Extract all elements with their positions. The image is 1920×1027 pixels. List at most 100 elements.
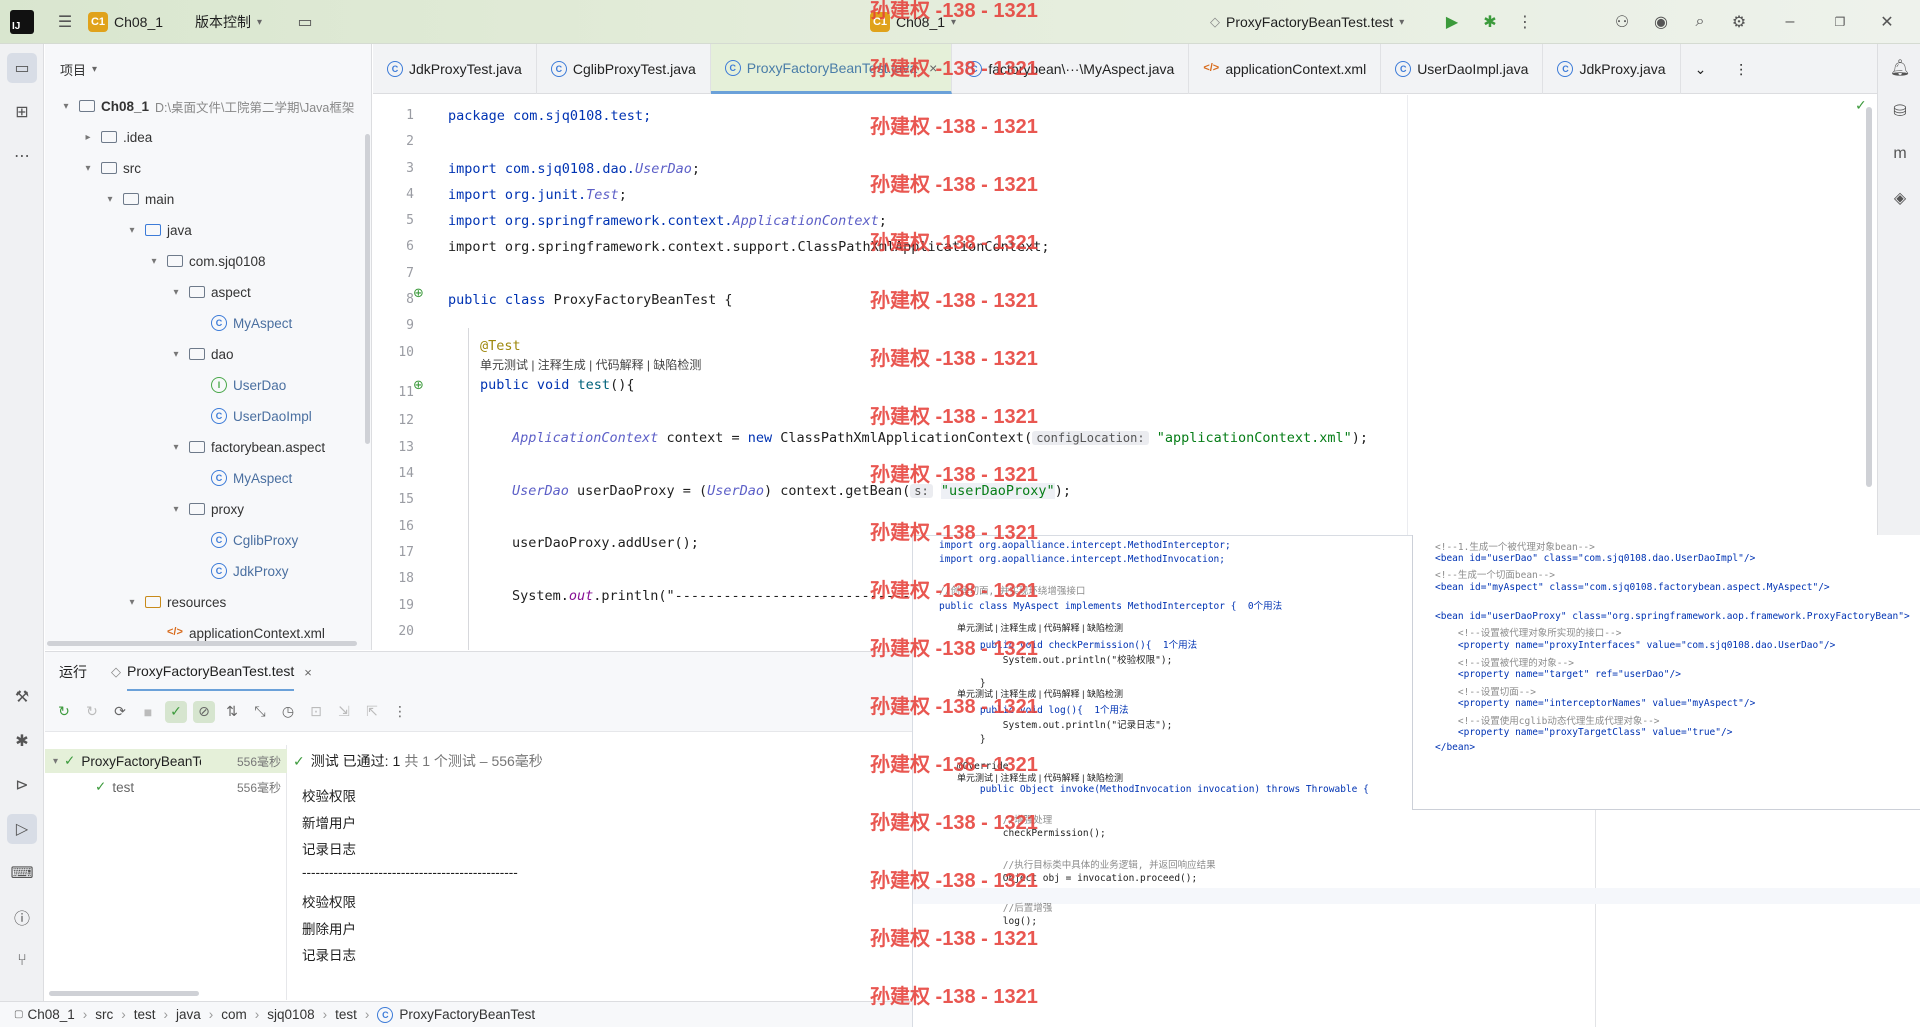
notifications-icon[interactable]: 🔔︎ — [1885, 53, 1915, 83]
chevron-down-icon[interactable]: ▾ — [81, 163, 95, 174]
folder-icon[interactable]: ▭ — [290, 7, 320, 37]
search-icon[interactable]: ⌕ — [1685, 7, 1715, 37]
tree-item[interactable]: C UserDaoImpl — [191, 404, 312, 428]
close-icon[interactable]: ✕ — [1872, 7, 1902, 37]
tabs-overflow-button[interactable]: ⌄ — [1681, 44, 1721, 94]
breadcrumb-item[interactable]: test — [134, 1007, 156, 1022]
show-passed-icon[interactable]: ✓ — [165, 700, 187, 723]
tree-item[interactable]: ▾ factorybean.aspect — [169, 435, 325, 459]
more-vertical-icon[interactable]: ⋮ — [389, 701, 411, 723]
rerun-icon[interactable]: ↻ — [53, 701, 75, 723]
tab-proxyfactorybeantest[interactable]: C ProxyFactoryBeanTest.java × — [710, 44, 953, 94]
test-tree-item[interactable]: ✓ test 556毫秒 — [45, 775, 287, 799]
problems-tool-icon[interactable]: ⓘ — [7, 902, 37, 932]
toggle-auto-test-icon[interactable]: ⟳ — [109, 701, 131, 723]
tree-item[interactable]: C CglibProxy — [191, 528, 298, 552]
chevron-down-icon[interactable]: ▾ — [125, 225, 139, 236]
chevron-down-icon[interactable]: ▾ — [103, 194, 117, 205]
debug-icon[interactable]: ✱ — [1475, 7, 1505, 37]
tree-item[interactable]: ▾ main — [103, 187, 174, 211]
rerun-failed-icon[interactable]: ↻ — [81, 701, 103, 723]
tree-item[interactable]: ▾ com.sjq0108 — [147, 249, 265, 273]
tree-item[interactable]: ▾ dao — [169, 342, 233, 366]
more-actions-icon[interactable]: ⋮ — [1510, 7, 1540, 37]
main-menu-icon[interactable]: ☰ — [50, 7, 80, 37]
tree-item[interactable]: C JdkProxy — [191, 559, 289, 583]
terminal-tool-icon[interactable]: ⌨ — [7, 858, 37, 888]
run-gutter-icon[interactable]: ⊕ — [413, 285, 424, 301]
project-tool-icon[interactable]: ▭ — [7, 53, 37, 83]
run-tool-icon[interactable]: ▷ — [7, 814, 37, 844]
tree-item[interactable]: ▾ java — [125, 218, 191, 242]
chevron-down-icon[interactable]: ▾ — [169, 287, 183, 298]
show-ignored-icon[interactable]: ⊘ — [193, 700, 215, 723]
services-tool-icon[interactable]: ⊳ — [7, 770, 37, 800]
run-tab-label[interactable]: ProxyFactoryBeanTest.test — [127, 653, 295, 691]
tab-factorybean-myaspect[interactable]: Cfactorybean\···\MyAspect.java — [952, 44, 1190, 94]
run-tab-close-icon[interactable]: × — [304, 665, 312, 680]
tree-item[interactable]: ▾ proxy — [169, 497, 244, 521]
breadcrumb-item[interactable]: ProxyFactoryBeanTest — [399, 1007, 535, 1022]
tree-item[interactable]: ▸ .idea — [81, 125, 152, 149]
run-panel-title[interactable]: 运行 — [59, 662, 87, 682]
chevron-down-icon[interactable]: ▾ — [147, 256, 161, 267]
project-hscrollbar[interactable] — [47, 641, 357, 646]
tree-item[interactable]: I UserDao — [191, 373, 286, 397]
tree-item[interactable]: ▾ aspect — [169, 280, 250, 304]
chevron-down-icon[interactable]: ▾ — [169, 504, 183, 515]
run-config-selector[interactable]: ◇ ProxyFactoryBeanTest.test ▾ — [1210, 0, 1404, 44]
chevron-right-icon[interactable]: ▸ — [81, 132, 95, 143]
tab-applicationcontext[interactable]: </> applicationContext.xml — [1189, 44, 1382, 94]
breadcrumb-item[interactable]: src — [95, 1007, 113, 1022]
debug-tool-icon[interactable]: ✱ — [7, 726, 37, 756]
tab-close-icon[interactable]: × — [929, 60, 937, 76]
gear-icon[interactable]: ⚙ — [1724, 7, 1754, 37]
project-scrollbar[interactable] — [365, 134, 370, 444]
center-project-switcher[interactable]: C1 Ch08_1 ▾ — [870, 0, 956, 44]
tab-userdaoimpl[interactable]: C UserDaoImpl.java — [1381, 44, 1544, 94]
screenshot-icon[interactable]: ⊡ — [305, 701, 327, 723]
add-user-icon[interactable]: ⚇ — [1607, 7, 1637, 37]
ai-assistant-icon[interactable]: ◉ — [1646, 7, 1676, 37]
maximize-icon[interactable]: ❐ — [1825, 7, 1855, 37]
tree-item[interactable]: C MyAspect — [191, 466, 292, 490]
structure-tool-icon[interactable]: ⊞ — [7, 97, 37, 127]
run-icon[interactable]: ▶ — [1437, 7, 1467, 37]
import-icon[interactable]: ⇲ — [333, 701, 355, 723]
sort-icon[interactable]: ⇅ — [221, 701, 243, 723]
tab-jdkproxy[interactable]: C JdkProxy.java — [1543, 44, 1681, 94]
intellij-logo-icon[interactable]: IJ — [10, 10, 34, 34]
chevron-down-icon[interactable]: ▾ — [169, 442, 183, 453]
run-gutter-icon[interactable]: ⊕ — [413, 377, 424, 393]
project-panel-header[interactable]: 项目 ▾ — [45, 44, 371, 94]
maven-icon[interactable]: m — [1885, 139, 1915, 169]
tree-item[interactable]: ▾ resources — [125, 590, 226, 614]
vcs-menu[interactable]: 版本控制 ▾ — [195, 0, 262, 44]
collapse-icon[interactable]: ⤡ — [249, 701, 271, 723]
breadcrumb-item[interactable]: Ch08_1 — [27, 1007, 74, 1022]
minimize-icon[interactable]: – — [1775, 7, 1805, 37]
history-icon[interactable]: ◷ — [277, 701, 299, 723]
test-tree-scrollbar[interactable] — [49, 991, 199, 996]
export-icon[interactable]: ⇱ — [361, 701, 383, 723]
more-tools-icon[interactable]: ⋯ — [7, 141, 37, 171]
chevron-down-icon[interactable]: ▾ — [125, 597, 139, 608]
ai-codelens-hint[interactable]: 单元测试 | 注释生成 | 代码解释 | 缺陷检测 — [480, 356, 701, 373]
tree-item[interactable]: C MyAspect — [191, 311, 292, 335]
breadcrumb-item[interactable]: java — [176, 1007, 201, 1022]
tree-item[interactable]: ▾ Ch08_1 D:\桌面文件\工院第二学期\Java框架 — [59, 94, 354, 118]
build-tool-icon[interactable]: ⚒ — [7, 682, 37, 712]
stop-icon[interactable]: ■ — [137, 701, 159, 723]
project-switcher[interactable]: C1 Ch08_1 — [88, 0, 163, 44]
breadcrumb-item[interactable]: sjq0108 — [267, 1007, 314, 1022]
test-tree-root[interactable]: ▾ ✓ ProxyFactoryBeanTes 556毫秒 — [45, 749, 287, 773]
git-tool-icon[interactable]: ⑂ — [7, 946, 37, 976]
breadcrumb-item[interactable]: test — [335, 1007, 357, 1022]
editor-scrollbar[interactable] — [1866, 107, 1872, 487]
tab-cglibproxytest[interactable]: C CglibProxyTest.java — [537, 44, 711, 94]
ai-plugin-icon[interactable]: ◈ — [1885, 183, 1915, 213]
breadcrumb-item[interactable]: com — [221, 1007, 247, 1022]
tab-jdkproxytest[interactable]: C JdkProxyTest.java — [373, 44, 537, 94]
chevron-down-icon[interactable]: ▾ — [169, 349, 183, 360]
chevron-down-icon[interactable]: ▾ — [59, 101, 73, 112]
